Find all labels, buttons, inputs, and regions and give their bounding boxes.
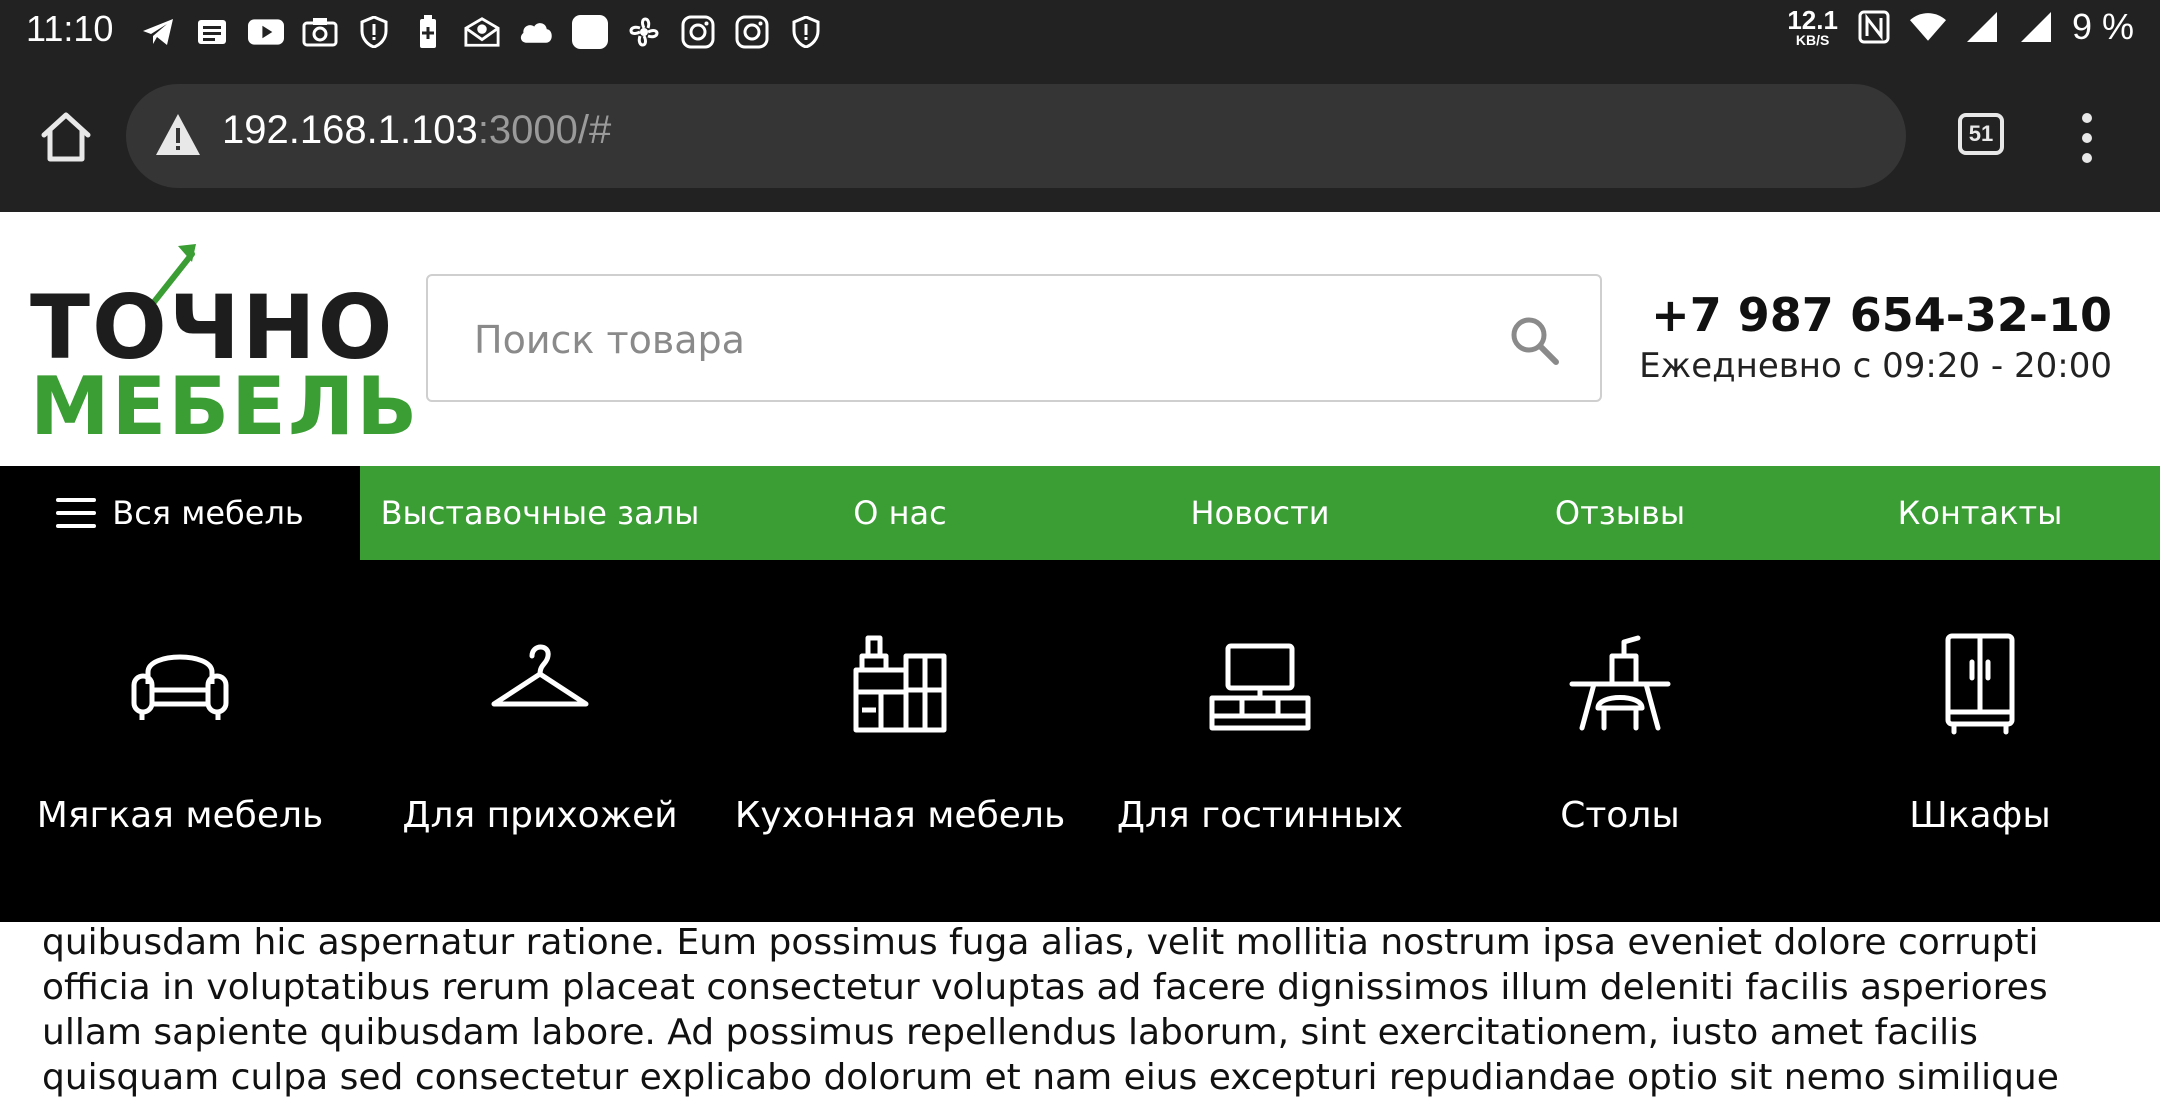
battery-plus-icon bbox=[410, 14, 446, 50]
status-bar: 11:10 12.1 KB/S 9 % bbox=[0, 0, 2160, 64]
category-label: Мягкая мебель bbox=[36, 795, 324, 836]
hanger-icon bbox=[491, 644, 589, 707]
search-input[interactable] bbox=[474, 312, 1474, 368]
status-right: 12.1 KB/S 9 % bbox=[1787, 6, 2134, 48]
category-tables[interactable]: Столы bbox=[1440, 560, 1800, 922]
tv-stand-icon bbox=[1209, 643, 1311, 731]
news-icon bbox=[194, 14, 230, 50]
youtube-icon bbox=[248, 14, 284, 50]
network-speed: 12.1 KB/S bbox=[1787, 7, 1838, 47]
nav-item-reviews[interactable]: Отзывы bbox=[1440, 466, 1800, 560]
category-bar: Мягкая мебель Для прихожей Кухонная мебе… bbox=[0, 560, 2160, 922]
instagram-icon bbox=[680, 14, 716, 50]
nfc-icon bbox=[1856, 9, 1892, 45]
more-vert-icon bbox=[2082, 113, 2092, 163]
battery-percent: 9 % bbox=[2071, 6, 2134, 47]
app-square-icon bbox=[572, 14, 608, 50]
nav-item-contacts[interactable]: Контакты bbox=[1800, 466, 2160, 560]
working-hours: Ежедневно с 09:20 - 20:00 bbox=[1639, 346, 2112, 386]
search-icon[interactable] bbox=[1508, 314, 1560, 366]
all-furniture-menu-button[interactable]: Вся мебель bbox=[0, 466, 360, 560]
kitchen-icon bbox=[853, 635, 947, 733]
nav-item-about[interactable]: О нас bbox=[720, 466, 1080, 560]
category-label: Кухонная мебель bbox=[734, 795, 1066, 836]
category-kitchen[interactable]: Кухонная мебель bbox=[720, 560, 1080, 922]
browser-toolbar: 192.168.1.103:3000/# 51 bbox=[0, 64, 2160, 212]
camera-icon bbox=[302, 14, 338, 50]
category-hallway[interactable]: Для прихожей bbox=[360, 560, 720, 922]
telegram-icon bbox=[140, 14, 176, 50]
wardrobe-icon bbox=[1945, 633, 2015, 735]
desk-icon bbox=[1569, 635, 1671, 731]
nav-item-news[interactable]: Новости bbox=[1080, 466, 1440, 560]
body-text: quibusdam hic aspernatur ratione. Eum po… bbox=[42, 922, 2059, 1098]
fan-icon bbox=[626, 14, 662, 50]
url-port-path: :3000/# bbox=[477, 108, 612, 152]
url-host: 192.168.1.103 bbox=[222, 108, 478, 152]
url-text[interactable]: 192.168.1.103:3000/# bbox=[222, 108, 611, 153]
wifi-icon bbox=[1909, 9, 1946, 45]
shield-icon bbox=[356, 14, 392, 50]
status-time: 11:10 bbox=[26, 8, 114, 49]
phone-number[interactable]: +7 987 654-32-10 bbox=[1639, 288, 2112, 342]
network-speed-value: 12.1 bbox=[1787, 5, 1838, 35]
nav-item-showrooms[interactable]: Выставочные залы bbox=[360, 466, 720, 560]
warning-icon[interactable] bbox=[154, 112, 202, 158]
category-label: Шкафы bbox=[1909, 795, 2051, 836]
category-label: Столы bbox=[1560, 795, 1680, 836]
home-icon bbox=[41, 112, 91, 162]
category-label: Для прихожей bbox=[402, 795, 678, 836]
contact-info: +7 987 654-32-10 Ежедневно с 09:20 - 20:… bbox=[1639, 288, 2112, 386]
notification-icons bbox=[140, 14, 824, 50]
site-header: ТОЧНО МЕБЕЛЬ +7 987 654-32-10 Ежедневно … bbox=[0, 212, 2160, 466]
browser-menu-button[interactable] bbox=[2072, 112, 2102, 164]
site-logo[interactable]: ТОЧНО МЕБЕЛЬ bbox=[30, 242, 417, 453]
home-button[interactable] bbox=[38, 109, 94, 165]
logo-text-bottom: МЕБЕЛЬ bbox=[30, 360, 420, 453]
sofa-icon bbox=[131, 654, 229, 720]
category-wardrobes[interactable]: Шкафы bbox=[1800, 560, 2160, 922]
mail-icon bbox=[464, 14, 500, 50]
all-furniture-label: Вся мебель bbox=[112, 494, 304, 532]
instagram-icon bbox=[734, 14, 770, 50]
tab-switcher-button[interactable]: 51 bbox=[1958, 113, 2004, 155]
category-soft-furniture[interactable]: Мягкая мебель bbox=[0, 560, 360, 922]
category-living-room[interactable]: Для гостинных bbox=[1080, 560, 1440, 922]
address-bar[interactable]: 192.168.1.103:3000/# bbox=[126, 84, 1906, 188]
hamburger-icon bbox=[56, 498, 97, 528]
cloud-icon bbox=[518, 14, 554, 50]
category-label: Для гостинных bbox=[1116, 795, 1404, 836]
shield-icon bbox=[788, 14, 824, 50]
network-speed-unit: KB/S bbox=[1795, 32, 1830, 48]
search-box bbox=[426, 274, 1602, 402]
signal-icon bbox=[1964, 9, 2000, 45]
main-nav: Вся мебель Выставочные залы О нас Новост… bbox=[0, 466, 2160, 560]
signal-icon bbox=[2018, 9, 2054, 45]
